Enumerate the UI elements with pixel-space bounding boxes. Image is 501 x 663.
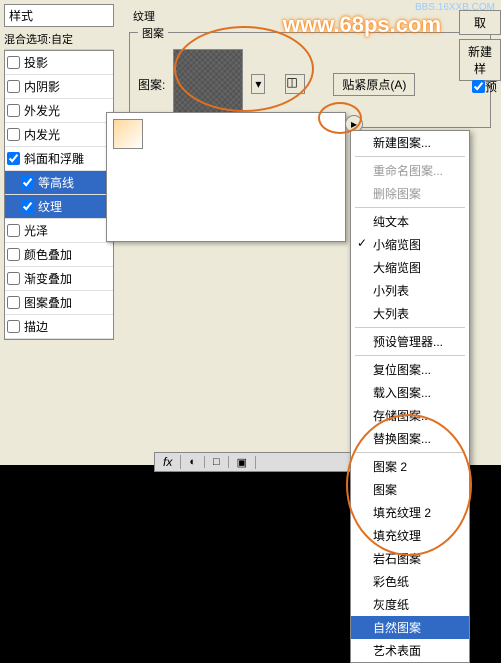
menu-load[interactable]: 载入图案... [351, 381, 469, 404]
menu-small-list[interactable]: 小列表 [351, 279, 469, 302]
checkbox[interactable] [7, 272, 20, 285]
style-panel: 样式 混合选项:自定 投影 内阴影 外发光 内发光 斜面和浮雕 等高线 纹理 光… [4, 4, 114, 340]
check-icon: ✓ [357, 236, 367, 250]
menu-text-only[interactable]: 纯文本 [351, 210, 469, 233]
status-seg[interactable]: ◐ [181, 456, 205, 468]
annotation-circle-2 [318, 102, 362, 134]
snap-origin-button[interactable]: 贴紧原点(A) [333, 73, 415, 96]
menu-separator [355, 355, 465, 356]
checkbox[interactable] [7, 104, 20, 117]
checkbox[interactable] [7, 152, 20, 165]
cancel-button[interactable]: 取 [459, 10, 501, 35]
menu-large-list[interactable]: 大列表 [351, 302, 469, 325]
menu-separator [355, 156, 465, 157]
styles-header[interactable]: 样式 [4, 4, 114, 27]
checkbox[interactable] [21, 176, 34, 189]
status-fx[interactable]: fx [155, 455, 181, 469]
watermark-url: www.68ps.com [283, 12, 441, 38]
menu-delete: 删除图案 [351, 182, 469, 205]
pattern-label: 图案: [138, 76, 165, 93]
right-buttons: 取 新建样 [459, 10, 501, 81]
style-list: 投影 内阴影 外发光 内发光 斜面和浮雕 等高线 纹理 光泽 颜色叠加 渐变叠加… [4, 50, 114, 340]
annotation-circle-1 [174, 26, 314, 112]
blend-options-row[interactable]: 混合选项:自定 [4, 29, 114, 50]
pattern-picker-popup: ▸ [106, 112, 346, 242]
blend-label: 混合选项:自定 [4, 31, 73, 47]
style-outer-glow[interactable]: 外发光 [5, 99, 113, 123]
status-seg[interactable]: □ [205, 456, 229, 468]
menu-large-thumb[interactable]: 大缩览图 [351, 256, 469, 279]
menu-preset-6[interactable]: 灰度纸 [351, 593, 469, 616]
checkbox[interactable] [472, 80, 485, 93]
menu-preset-7[interactable]: 自然图案 [351, 616, 469, 639]
menu-new-pattern[interactable]: 新建图案... [351, 131, 469, 154]
status-seg[interactable]: ▣ [229, 456, 256, 469]
checkbox[interactable] [7, 128, 20, 141]
checkbox[interactable] [7, 320, 20, 333]
checkbox[interactable] [7, 224, 20, 237]
checkbox[interactable] [21, 200, 34, 213]
checkbox[interactable] [7, 248, 20, 261]
menu-rename: 重命名图案... [351, 159, 469, 182]
preview-check[interactable]: 预 [472, 78, 497, 95]
menu-preset-mgr[interactable]: 预设管理器... [351, 330, 469, 353]
pattern-group-label: 图案 [138, 25, 168, 41]
style-inner-shadow[interactable]: 内阴影 [5, 75, 113, 99]
menu-separator [355, 327, 465, 328]
style-pattern-overlay[interactable]: 图案叠加 [5, 291, 113, 315]
pattern-context-menu: 新建图案... 重命名图案... 删除图案 纯文本 ✓小缩览图 大缩览图 小列表… [350, 130, 470, 663]
menu-reset[interactable]: 复位图案... [351, 358, 469, 381]
style-drop-shadow[interactable]: 投影 [5, 51, 113, 75]
style-texture[interactable]: 纹理 [5, 195, 113, 219]
checkbox[interactable] [7, 56, 20, 69]
status-bar: fx ◐ □ ▣ [154, 452, 354, 472]
pattern-thumb[interactable] [113, 119, 143, 149]
menu-separator [355, 207, 465, 208]
checkbox[interactable] [7, 80, 20, 93]
menu-preset-5[interactable]: 彩色纸 [351, 570, 469, 593]
checkbox[interactable] [7, 296, 20, 309]
style-contour[interactable]: 等高线 [5, 171, 113, 195]
style-color-overlay[interactable]: 颜色叠加 [5, 243, 113, 267]
watermark-small: BBS.16XXB.COM [415, 2, 495, 13]
style-gradient-overlay[interactable]: 渐变叠加 [5, 267, 113, 291]
style-bevel[interactable]: 斜面和浮雕 [5, 147, 113, 171]
style-inner-glow[interactable]: 内发光 [5, 123, 113, 147]
style-stroke[interactable]: 描边 [5, 315, 113, 339]
style-satin[interactable]: 光泽 [5, 219, 113, 243]
new-style-button[interactable]: 新建样 [459, 39, 501, 81]
menu-preset-8[interactable]: 艺术表面 [351, 639, 469, 662]
menu-small-thumb[interactable]: ✓小缩览图 [351, 233, 469, 256]
annotation-circle-3 [346, 414, 472, 556]
